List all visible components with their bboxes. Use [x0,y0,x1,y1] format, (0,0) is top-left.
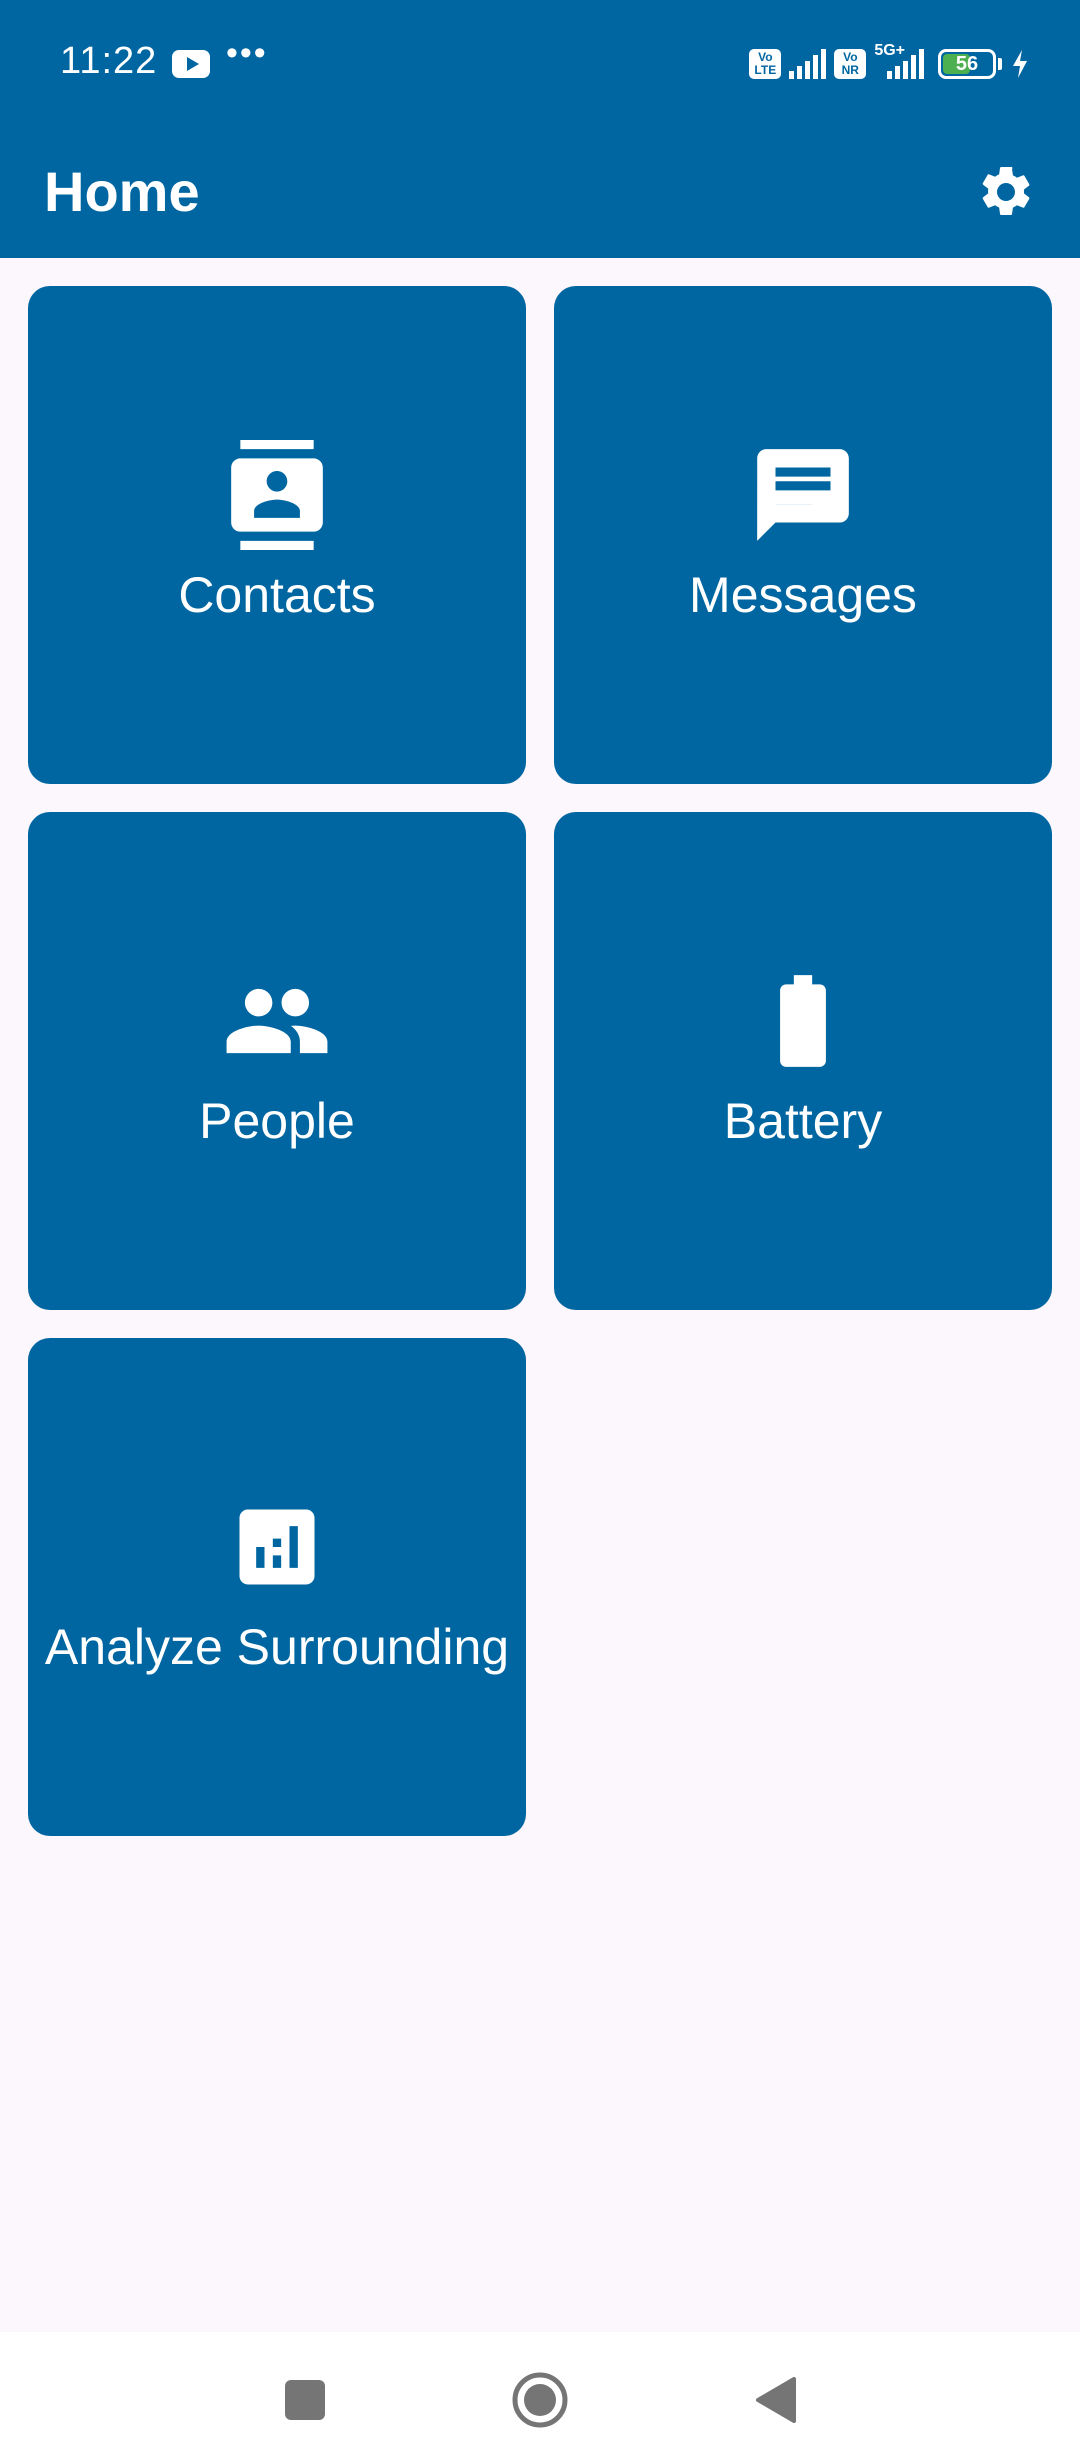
volte-icon: Vo LTE [749,49,782,79]
page-title: Home [44,160,200,223]
home-icon [512,2372,568,2428]
vonr-icon: Vo NR [834,49,867,79]
recents-icon [285,2380,325,2420]
status-indicators: Vo LTE Vo NR 5G+ 56 [749,42,1030,82]
tile-label: Battery [723,1093,883,1149]
signal-icon [789,49,827,79]
contacts-tile[interactable]: Contacts [28,286,526,784]
youtube-icon [172,50,210,78]
people-icon [226,988,328,1054]
battery-tile[interactable]: Battery [554,812,1052,1310]
analyze-surrounding-tile[interactable]: Analyze Surrounding [28,1338,526,1836]
settings-button[interactable] [962,148,1050,236]
app-bar: Home [0,128,1080,258]
battery-level: 56 [955,53,979,75]
back-icon [756,2377,796,2423]
charging-icon [1013,50,1027,78]
battery-tip [998,58,1002,70]
system-nav-bar [0,2332,1080,2460]
tile-label: People [199,1093,355,1149]
feature-grid: Contacts Messages People Battery Analyze… [28,286,1052,1836]
status-bar: 11:22 ••• Vo LTE Vo NR 5G+ 56 [0,0,1080,128]
signal-5g-icon [887,49,924,79]
contacts-icon [231,440,323,550]
battery-full-icon [780,975,826,1067]
home-button[interactable] [500,2360,580,2440]
people-tile[interactable]: People [28,812,526,1310]
message-icon [757,449,849,541]
back-button[interactable] [735,2360,815,2440]
tile-label: Analyze Surrounding [44,1619,510,1675]
tile-label: Contacts [178,567,376,623]
battery-icon: 56 [938,49,996,79]
status-time: 11:22 [60,40,158,82]
gear-icon [982,166,1030,215]
analytics-icon [239,1509,315,1585]
recents-button[interactable] [265,2360,345,2440]
more-dots-icon: ••• [226,34,268,72]
messages-tile[interactable]: Messages [554,286,1052,784]
tile-label: Messages [689,567,917,623]
